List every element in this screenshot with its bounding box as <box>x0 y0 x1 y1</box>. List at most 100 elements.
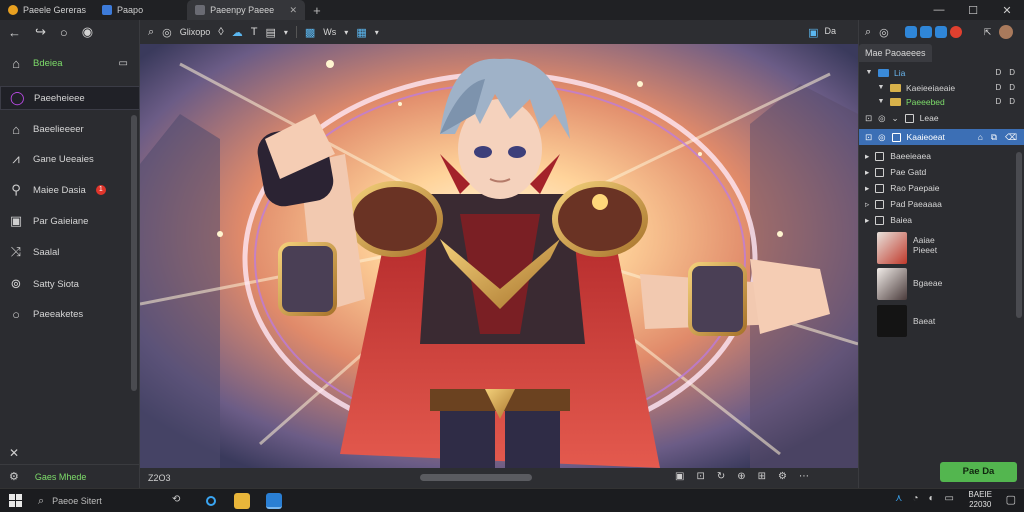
file-explorer-icon[interactable] <box>234 493 250 509</box>
chevron-down-icon[interactable]: ▾ <box>375 28 379 37</box>
layer-row[interactable]: ▸ Baeeieaea <box>859 148 1024 164</box>
toolbar-option-1[interactable]: Ws <box>323 27 336 37</box>
row-actions[interactable]: DD <box>995 68 1015 77</box>
network-icon[interactable]: ◔ <box>912 493 918 504</box>
sidebar-item-3[interactable]: ⩘ Gane Ueeaies <box>0 147 140 171</box>
chevron-down-icon[interactable]: ▼ <box>877 98 885 105</box>
row-actions[interactable]: DD <box>995 97 1015 106</box>
footer-label[interactable]: Gaes Mhede <box>35 472 87 482</box>
minimize-icon[interactable]: — <box>922 0 956 20</box>
sidebar-item-0[interactable]: ⌂ Bdeiea ▭ <box>0 51 140 75</box>
layer-row[interactable]: ▹ Pad Paeaaaa <box>859 196 1024 212</box>
search-icon[interactable]: ○ <box>60 25 68 40</box>
tab-1[interactable]: Paeele Gereras <box>0 0 94 20</box>
settings-icon[interactable]: ⚙ <box>778 471 787 482</box>
frame-icon[interactable]: ▩ <box>305 26 315 39</box>
panel-scrollbar[interactable] <box>1016 152 1022 318</box>
horizontal-scrollbar[interactable] <box>420 474 532 481</box>
cloud-icon[interactable] <box>919 26 932 38</box>
grid-icon[interactable]: ▦ <box>356 26 366 39</box>
maximize-icon[interactable]: ☐ <box>956 0 990 20</box>
delete-icon[interactable]: ⌫ <box>1005 132 1017 143</box>
layer-row[interactable]: ▸ Pae Gatd <box>859 164 1024 180</box>
chevron-down-icon[interactable]: ▼ <box>865 69 873 76</box>
forward-icon[interactable]: ↪ <box>35 24 46 40</box>
clock[interactable]: BAEIE 22030 <box>968 490 992 510</box>
eye-icon[interactable]: ⊡ <box>865 132 872 143</box>
grid-icon[interactable]: ⊞ <box>758 471 766 482</box>
eye-icon[interactable]: ◎ <box>878 113 885 124</box>
image-canvas[interactable] <box>140 44 858 468</box>
lock-icon[interactable]: ◎ <box>162 26 172 39</box>
expand-icon[interactable]: ⇱ <box>984 27 992 38</box>
close-window-icon[interactable]: ✕ <box>990 0 1024 20</box>
cortana-icon[interactable] <box>203 493 219 509</box>
sidebar-item-4[interactable]: ⚲ Maiee Dasia 1 <box>0 178 140 202</box>
tree-row[interactable]: ▼ Paeeebed DD <box>859 94 1024 109</box>
panel-icon[interactable]: ▭ <box>119 58 128 69</box>
chevron-down-icon[interactable]: ▾ <box>284 28 288 37</box>
layer-row-selected[interactable]: ⊡ ◎ Kaaieoeat ⌂ ⧉ ⌫ <box>859 129 1024 145</box>
eye-icon[interactable]: ⊡ <box>865 113 872 124</box>
chevron-right-icon[interactable]: ▸ <box>865 167 869 178</box>
pen-icon[interactable]: ◊ <box>218 26 223 38</box>
search-icon[interactable]: ⌕ <box>148 26 154 39</box>
tab-properties[interactable]: Mae Paoaeees <box>859 44 932 62</box>
layer-thumbnail[interactable] <box>877 305 907 337</box>
taskbar-search[interactable]: ⌕ Paeoe Sitert <box>30 492 190 510</box>
tab-3[interactable]: Paeenpy Paeee ✕ <box>187 0 306 20</box>
chevron-right-icon[interactable]: ▸ <box>865 183 869 194</box>
tree-row[interactable]: ▼ Kaeieeiaeaie DD <box>859 80 1024 95</box>
new-tab-icon[interactable]: + <box>305 3 329 18</box>
pin-icon[interactable]: ◉ <box>82 24 93 40</box>
lock-icon[interactable]: ◎ <box>878 132 885 143</box>
chevron-right-icon[interactable]: ▸ <box>865 215 869 226</box>
tree-row-root[interactable]: ▼ Lia DD <box>859 65 1024 80</box>
active-app-icon[interactable] <box>266 493 282 509</box>
more-icon[interactable]: ⋯ <box>799 471 809 482</box>
file-name[interactable]: Glixopo <box>180 27 211 37</box>
layer-row[interactable]: ▸ Baiea <box>859 212 1024 228</box>
volume-icon[interactable]: ◐ <box>929 493 935 504</box>
zoom-icon[interactable]: ⊕ <box>737 471 745 482</box>
cloud-icon[interactable]: ☁ <box>232 26 243 39</box>
windows-start-icon[interactable] <box>9 494 22 507</box>
layer-thumbnail[interactable] <box>877 268 907 300</box>
lock-icon[interactable]: ⌂ <box>978 132 983 143</box>
chevron-down-icon[interactable]: ▾ <box>344 28 348 37</box>
layer-thumbnail[interactable] <box>877 232 907 264</box>
chevron-right-icon[interactable]: ▹ <box>865 199 869 210</box>
layer-row[interactable]: ▸ Rao Paepaie <box>859 180 1024 196</box>
crop-icon[interactable]: ⊡ <box>696 471 704 482</box>
row-actions[interactable]: DD <box>995 83 1015 92</box>
tab-2[interactable]: Paapo <box>94 0 151 20</box>
chevron-right-icon[interactable]: ▸ <box>865 151 869 162</box>
record-icon[interactable] <box>949 26 962 38</box>
chevron-down-icon[interactable]: ▼ <box>877 84 885 91</box>
back-icon[interactable]: ← <box>8 25 21 40</box>
share-icon[interactable]: ▣ <box>808 26 818 39</box>
sidebar-item-1[interactable]: ◯ Paeeheieee <box>0 86 140 110</box>
duplicate-icon[interactable]: ⧉ <box>991 132 997 143</box>
sidebar-item-2[interactable]: ⌂ Baeelieeeer <box>0 117 140 141</box>
battery-icon[interactable]: ▭ <box>945 493 954 504</box>
fit-icon[interactable]: ▣ <box>675 471 684 482</box>
lasso-icon[interactable]: ◎ <box>879 26 889 39</box>
drop-icon[interactable] <box>934 26 947 38</box>
toolbar-right-label[interactable]: Da <box>824 26 836 39</box>
notifications-icon[interactable]: ▢ <box>1006 493 1016 506</box>
close-tab-icon[interactable]: ✕ <box>290 5 298 16</box>
tools-icon[interactable]: ✕ <box>9 446 19 460</box>
sidebar-item-8[interactable]: ○ Paeeaketes <box>0 302 140 326</box>
camera-icon[interactable] <box>904 26 917 38</box>
export-button[interactable]: Pae Da <box>940 462 1017 482</box>
sidebar-item-6[interactable]: ⤨ Saalal <box>0 240 140 264</box>
settings-icon[interactable]: ⚙ <box>9 470 19 483</box>
sidebar-scrollbar[interactable] <box>131 115 137 391</box>
chevron-down-icon[interactable]: ⌄ <box>892 113 899 124</box>
avatar[interactable] <box>999 25 1014 39</box>
task-view-icon[interactable]: ⟲ <box>172 494 180 505</box>
sidebar-item-7[interactable]: ⊚ Satty Siota <box>0 272 140 296</box>
search-icon[interactable]: ⌕ <box>865 26 871 39</box>
layer-row[interactable]: ⊡ ◎ ⌄ Leae <box>859 110 1024 126</box>
